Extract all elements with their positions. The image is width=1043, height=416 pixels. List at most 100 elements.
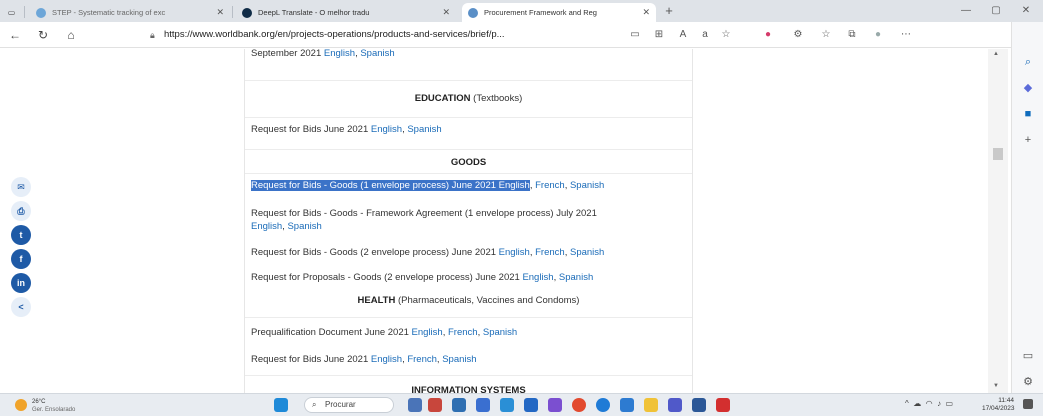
profile-icon[interactable]: ● <box>870 27 886 43</box>
link-english[interactable]: English <box>371 354 402 365</box>
file-explorer-icon[interactable] <box>644 398 658 412</box>
shopping-icon[interactable]: ◆ <box>1020 80 1036 96</box>
link-spanish[interactable]: Spanish <box>570 180 604 191</box>
list-item: Request for Bids - Goods (1 envelope pro… <box>251 180 605 191</box>
refresh-icon[interactable]: ↻ <box>34 26 52 44</box>
grid-icon[interactable]: ⊞ <box>651 27 667 43</box>
close-tab-icon[interactable]: ✕ <box>442 7 450 18</box>
print-icon[interactable]: ⎙ <box>11 201 31 221</box>
tab-deepl[interactable]: DeepL Translate - O melhor tradu ✕ <box>236 3 456 22</box>
link-spanish[interactable]: Spanish <box>360 49 394 59</box>
favorite-add-icon[interactable]: ☆ <box>718 27 734 43</box>
link-french[interactable]: French <box>535 180 565 191</box>
section-heading-goods: GOODS <box>450 157 487 168</box>
edge-sidebar: ⌕ ◆ ■ + ▭ ⚙ <box>1011 22 1043 393</box>
outlook-icon[interactable]: ■ <box>1020 106 1036 122</box>
search-icon[interactable]: ⌕ <box>1020 54 1036 70</box>
link-english[interactable]: English <box>251 221 282 232</box>
minimize-icon[interactable]: — <box>951 3 981 19</box>
reader-icon[interactable]: ▭ <box>627 27 643 43</box>
collections-icon[interactable]: ⧉ <box>844 27 860 43</box>
selected-text[interactable]: Request for Bids - Goods (1 envelope pro… <box>251 180 530 191</box>
sidebar-layout-icon[interactable]: ▭ <box>1020 348 1036 364</box>
scroll-up-icon[interactable]: ▲ <box>993 51 999 57</box>
section-heading-information-systems: INFORMATION SYSTEMS <box>411 385 526 393</box>
start-icon[interactable] <box>274 398 288 412</box>
task-view-icon[interactable] <box>408 398 422 412</box>
tab-title: Procurement Framework and Reg <box>484 8 597 17</box>
app-icon[interactable] <box>548 398 562 412</box>
section-heading-health: HEALTH (Pharmaceuticals, Vaccines and Co… <box>357 295 580 306</box>
link-spanish[interactable]: Spanish <box>559 272 593 283</box>
vertical-scrollbar[interactable]: ▲ ▼ <box>988 49 1008 393</box>
link-spanish[interactable]: Spanish <box>483 327 517 338</box>
extensions-icon[interactable]: ⚙ <box>790 27 806 43</box>
facebook-icon[interactable]: f <box>11 249 31 269</box>
lock-icon: 🔒︎ <box>150 30 155 40</box>
link-spanish[interactable]: Spanish <box>407 124 441 135</box>
pdf-icon[interactable] <box>716 398 730 412</box>
link-french[interactable]: French <box>407 354 437 365</box>
app-icon[interactable] <box>524 398 538 412</box>
list-item: Request for Proposals - Goods (2 envelop… <box>251 272 594 283</box>
page-viewport: ✉ ⎙ t f in < September 2021 English, Spa… <box>0 49 1011 393</box>
mail-icon[interactable]: ✉ <box>11 177 31 197</box>
link-english[interactable]: English <box>522 272 553 283</box>
app-icon[interactable] <box>620 398 634 412</box>
close-window-icon[interactable]: ✕ <box>1011 3 1041 19</box>
notification-icon[interactable] <box>1023 399 1033 409</box>
link-english[interactable]: English <box>499 247 530 258</box>
back-icon[interactable]: ← <box>6 26 24 44</box>
home-icon[interactable]: ⌂ <box>62 26 80 44</box>
deepl-favicon-icon <box>242 7 252 18</box>
url-field[interactable]: 🔒︎ https://www.worldbank.org/en/projects… <box>150 25 690 45</box>
close-tab-icon[interactable]: ✕ <box>642 7 650 18</box>
close-tab-icon[interactable]: ✕ <box>216 7 224 18</box>
word-icon[interactable] <box>692 398 706 412</box>
tab-actions-icon[interactable]: ▭ <box>2 3 22 22</box>
list-item: Request for Bids June 2021 English, Fren… <box>251 354 477 365</box>
read-aloud-icon[interactable]: A <box>675 27 691 43</box>
translate-icon[interactable]: a <box>697 27 713 43</box>
link-english[interactable]: English <box>371 124 402 135</box>
link-spanish[interactable]: Spanish <box>287 221 321 232</box>
tab-title: DeepL Translate - O melhor tradu <box>258 8 370 17</box>
app-icon[interactable] <box>452 398 466 412</box>
link-french[interactable]: French <box>535 247 565 258</box>
restore-icon[interactable]: ▢ <box>981 3 1011 19</box>
list-item-continued: English, Spanish <box>251 221 322 232</box>
settings-icon[interactable]: ⚙ <box>1020 374 1036 390</box>
share-icon[interactable]: < <box>11 297 31 317</box>
app-icon[interactable] <box>428 398 442 412</box>
favorites-icon[interactable]: ☆ <box>818 27 834 43</box>
list-item: Prequalification Document June 2021 Engl… <box>251 327 518 338</box>
twitter-icon[interactable]: t <box>11 225 31 245</box>
chrome-icon[interactable] <box>572 398 586 412</box>
scroll-down-icon[interactable]: ▼ <box>993 383 999 389</box>
scroll-thumb[interactable] <box>993 148 1003 160</box>
link-french[interactable]: French <box>448 327 478 338</box>
more-icon[interactable]: ⋯ <box>898 27 914 43</box>
tab-title: STEP - Systematic tracking of exc <box>52 8 166 17</box>
new-tab-button[interactable]: + <box>660 3 678 19</box>
weather-desc: Ger. Ensolarado <box>32 407 76 413</box>
app-icon[interactable] <box>476 398 490 412</box>
link-spanish[interactable]: Spanish <box>442 354 476 365</box>
clock[interactable]: 11:44 17/04/2023 <box>982 397 1015 413</box>
linkedin-icon[interactable]: in <box>11 273 31 293</box>
edge-icon[interactable] <box>596 398 610 412</box>
address-bar-row: ← ↻ ⌂ 🔒︎ https://www.worldbank.org/en/pr… <box>0 22 1043 48</box>
link-english[interactable]: English <box>324 49 355 59</box>
app-icon[interactable] <box>500 398 514 412</box>
link-spanish[interactable]: Spanish <box>570 247 604 258</box>
link-english[interactable]: English <box>412 327 443 338</box>
worldbank-favicon-icon <box>468 7 478 18</box>
tab-procurement[interactable]: Procurement Framework and Reg ✕ <box>462 3 656 22</box>
teams-icon[interactable] <box>668 398 682 412</box>
content-column: September 2021 English, Spanish EDUCATIO… <box>244 49 693 393</box>
taskbar-search[interactable]: ⌕ Procurar <box>304 397 394 413</box>
system-tray[interactable]: ^ ☁ ◠ ♪ ▭ <box>905 399 953 408</box>
extension-icon[interactable]: ● <box>760 27 776 43</box>
tab-step[interactable]: STEP - Systematic tracking of exc ✕ <box>30 3 230 22</box>
add-icon[interactable]: + <box>1020 132 1036 148</box>
